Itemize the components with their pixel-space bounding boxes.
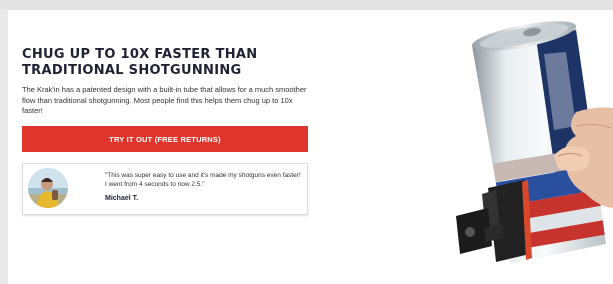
section-description: The Krak'in has a patented design with a… — [22, 85, 307, 115]
product-image — [426, 18, 613, 284]
testimonial-card: "This was super easy to use and it's mad… — [22, 163, 308, 215]
beer-can-product-icon — [456, 21, 613, 264]
try-it-out-button[interactable]: TRY IT OUT (FREE RETURNS) — [22, 126, 308, 152]
section-headline: CHUG UP TO 10X FASTER THAN TRADITIONAL S… — [22, 47, 258, 78]
testimonial-author: Michael T. — [105, 195, 139, 202]
reviewer-photo-icon — [28, 168, 68, 208]
page-top-edge — [0, 0, 613, 10]
testimonial-quote: "This was super easy to use and it's mad… — [105, 172, 301, 188]
page-left-edge — [0, 10, 8, 284]
feature-section: CHUG UP TO 10X FASTER THAN TRADITIONAL S… — [8, 10, 613, 284]
reviewer-avatar — [28, 168, 68, 208]
